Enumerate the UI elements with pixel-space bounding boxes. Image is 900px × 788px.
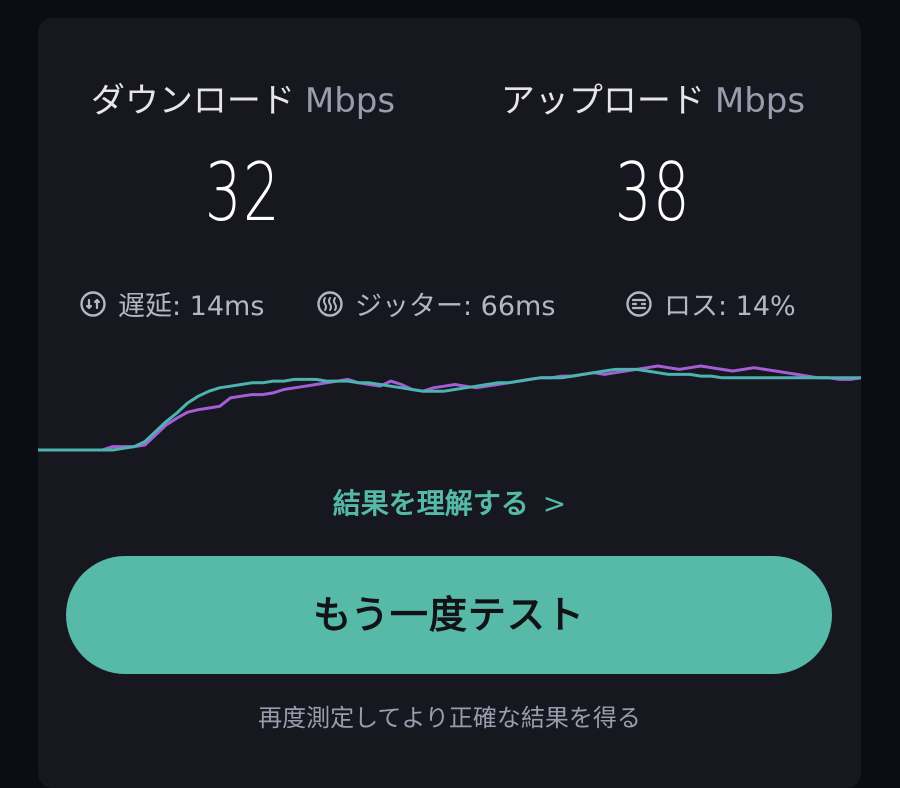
- loss-stat: ロス: 14%: [624, 284, 796, 323]
- results-card: ダウンロード Mbps 32 アップロード Mbps 38 遅延: 14ms ジッタ…: [38, 18, 861, 788]
- upload-unit: Mbps: [714, 81, 806, 121]
- upload-line: [38, 367, 861, 452]
- download-unit: Mbps: [304, 81, 396, 121]
- loss-icon: [626, 290, 652, 317]
- download-title: ダウンロード: [90, 81, 295, 121]
- speed-chart: [38, 364, 861, 452]
- jitter-icon: [317, 290, 343, 317]
- latency-text: 遅延: 14ms: [118, 291, 265, 322]
- jitter-stat: ジッター: 66ms: [315, 284, 555, 323]
- understand-results-link[interactable]: 結果を理解する >: [38, 482, 861, 522]
- download-value: 32: [204, 146, 282, 239]
- chevron-right-icon: >: [542, 487, 567, 520]
- upload-title: アップロード: [500, 81, 705, 121]
- jitter-text: ジッター: 66ms: [355, 291, 556, 322]
- latency-icon: [80, 290, 106, 317]
- stats-row: 遅延: 14ms ジッター: 66ms ロス: 14%: [38, 284, 861, 324]
- understand-results-label: 結果を理解する: [332, 487, 529, 520]
- upload-value: 38: [614, 146, 692, 239]
- upload-label: アップロード Mbps: [483, 73, 823, 122]
- latency-stat: 遅延: 14ms: [78, 284, 264, 323]
- retest-hint: 再度測定してより正確な結果を得る: [258, 704, 641, 732]
- loss-text: ロス: 14%: [664, 291, 796, 322]
- retest-button[interactable]: もう一度テスト: [66, 556, 832, 674]
- download-label: ダウンロード Mbps: [73, 73, 413, 122]
